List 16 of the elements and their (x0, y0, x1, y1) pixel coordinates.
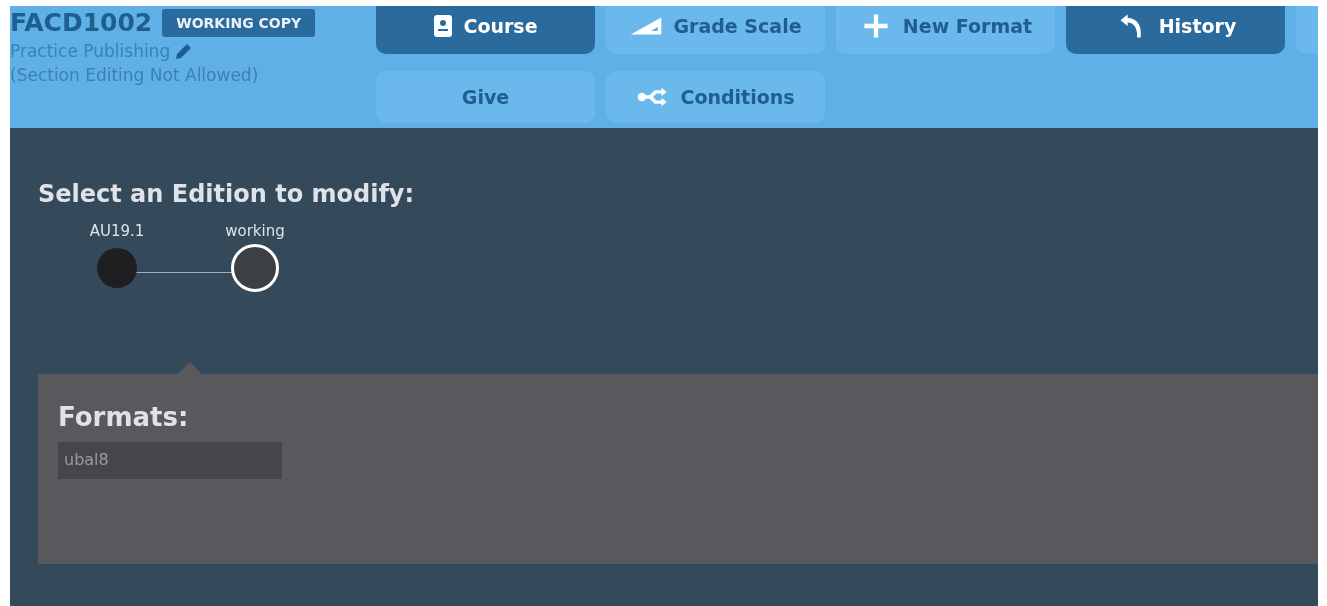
toolbar-button[interactable]: Grade Scale (606, 6, 825, 54)
course-code: FACD1002 (10, 8, 153, 37)
toolbar-button[interactable]: History (1066, 6, 1285, 54)
edition-label: working (225, 222, 285, 240)
edition-label: AU19.1 (89, 222, 145, 240)
edition-node[interactable] (231, 244, 279, 292)
edition-node[interactable] (97, 248, 137, 288)
id-card-icon (433, 13, 454, 39)
format-item[interactable]: ubal8 (58, 442, 282, 479)
toolbar-button[interactable]: Course (376, 6, 595, 54)
toolbar-button[interactable]: Conditions (606, 70, 825, 123)
toolbar-button[interactable]: Give (376, 70, 595, 123)
status-badge: WORKING COPY (162, 8, 316, 37)
section-title: Select an Edition to modify: (38, 180, 416, 208)
formats-title: Formats: (58, 402, 190, 432)
toolbar-button[interactable]: New Format (836, 6, 1055, 54)
